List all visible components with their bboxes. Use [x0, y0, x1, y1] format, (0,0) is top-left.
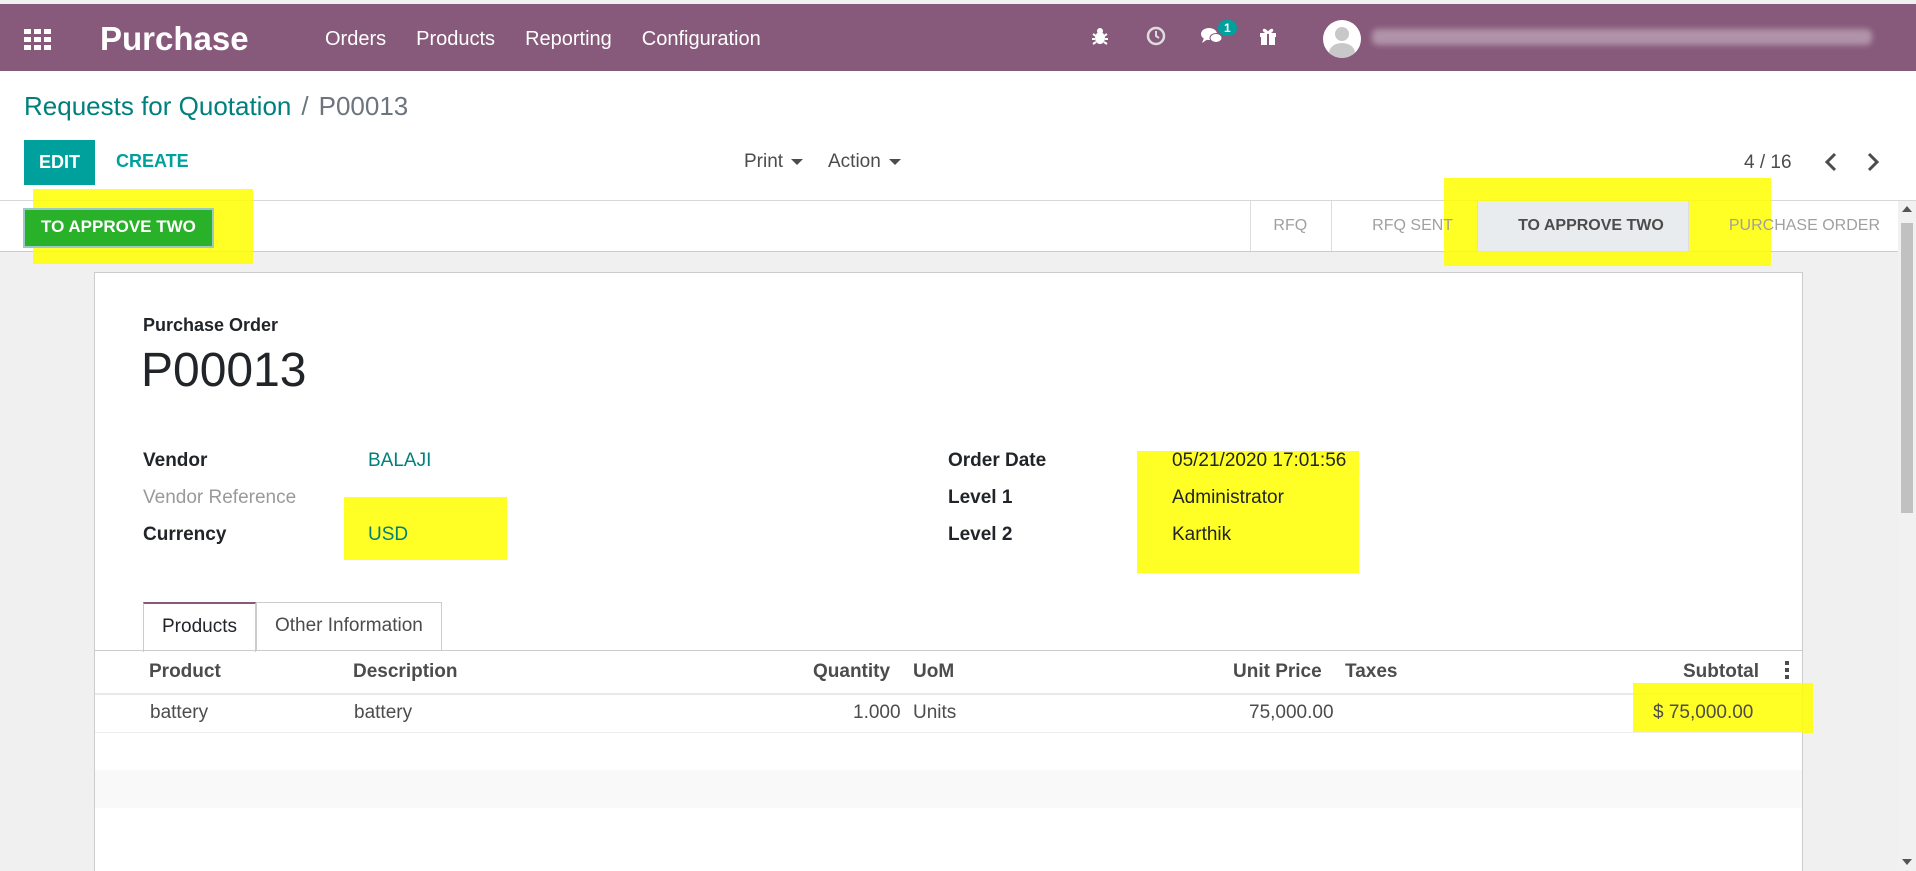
optional-columns-icon[interactable] — [1785, 661, 1789, 679]
chat-badge: 1 — [1218, 20, 1237, 36]
level1-label: Level 1 — [948, 487, 1013, 508]
column-quantity[interactable]: Quantity — [813, 661, 890, 683]
status-bar: TO APPROVE TWO RFQ RFQ SENT TO APPROVE T… — [0, 178, 1898, 266]
clock-icon[interactable] — [1144, 24, 1168, 48]
table-row[interactable]: battery battery 1.000 Units 75,000.00 $ … — [95, 694, 1802, 733]
menu-item-products[interactable]: Products — [416, 28, 495, 51]
stage-rfq-sent[interactable]: RFQ SENT — [1331, 201, 1477, 251]
table-empty-row — [95, 770, 1802, 808]
create-button[interactable]: CREATE — [116, 151, 189, 172]
bug-icon[interactable] — [1088, 24, 1112, 48]
breadcrumb-current: P00013 — [318, 91, 409, 121]
breadcrumb-parent[interactable]: Requests for Quotation — [24, 91, 291, 121]
tab-other-information[interactable]: Other Information — [255, 602, 442, 651]
user-avatar[interactable] — [1323, 20, 1361, 58]
document-type-label: Purchase Order — [143, 315, 279, 335]
scroll-up-icon[interactable] — [1902, 206, 1912, 212]
document-name: P00013 — [141, 344, 307, 397]
user-menu-name[interactable] — [1372, 29, 1872, 45]
level2-value[interactable]: Karthik — [1172, 524, 1231, 546]
cell-description: battery — [354, 702, 413, 723]
breadcrumb: Requests for Quotation / P00013 — [24, 91, 408, 122]
column-unit-price[interactable]: Unit Price — [1233, 661, 1322, 683]
order-date-label: Order Date — [948, 450, 1047, 471]
column-taxes[interactable]: Taxes — [1345, 661, 1397, 683]
form-sheet: Purchase Order P00013 Vendor BALAJI Vend… — [94, 272, 1813, 871]
action-label: Action — [828, 151, 881, 172]
action-dropdown[interactable]: Action — [828, 151, 901, 173]
app-name: Purchase — [100, 20, 249, 57]
vendor-reference-label: Vendor Reference — [143, 487, 297, 508]
stage-to-approve-two[interactable]: TO APPROVE TWO — [1477, 201, 1688, 251]
tab-products[interactable]: Products — [143, 602, 256, 652]
vendor-value[interactable]: BALAJI — [368, 450, 431, 472]
table-header: Product Description Quantity UoM Unit Pr… — [95, 651, 1802, 695]
column-uom[interactable]: UoM — [913, 661, 954, 683]
scrollbar[interactable] — [1898, 201, 1916, 870]
pager-value[interactable]: 4 / 16 — [1744, 152, 1792, 174]
cell-uom: Units — [913, 702, 957, 723]
order-date-value: 05/21/2020 17:01:56 — [1172, 450, 1347, 471]
print-dropdown[interactable]: Print — [744, 151, 804, 173]
currency-value[interactable]: USD — [368, 524, 408, 546]
print-label: Print — [744, 151, 784, 172]
level2-label: Level 2 — [948, 524, 1013, 545]
caret-down-icon — [791, 158, 804, 165]
menu-item-configuration[interactable]: Configuration — [642, 28, 761, 51]
currency-label: Currency — [143, 524, 227, 545]
apps-menu-icon[interactable] — [24, 29, 51, 50]
caret-down-icon — [888, 158, 901, 165]
column-description[interactable]: Description — [353, 661, 458, 683]
column-subtotal[interactable]: Subtotal — [1683, 661, 1759, 683]
notebook-tabs: Products Other Information — [143, 602, 442, 652]
menu-item-orders[interactable]: Orders — [325, 28, 386, 51]
cell-quantity: 1.000 — [853, 702, 901, 723]
scroll-down-icon[interactable] — [1902, 859, 1912, 865]
cell-subtotal: $ 75,000.00 — [1653, 702, 1754, 723]
cell-unit-price: 75,000.00 — [1249, 702, 1334, 723]
main-menu: Orders Products Reporting Configuration — [325, 28, 761, 51]
edit-button[interactable]: EDIT — [24, 140, 95, 185]
cell-product: battery — [150, 702, 209, 723]
gift-icon[interactable] — [1256, 24, 1280, 48]
scroll-thumb[interactable] — [1901, 223, 1913, 513]
column-product[interactable]: Product — [149, 661, 221, 683]
stage-rfq[interactable]: RFQ — [1250, 201, 1331, 251]
stage-purchase-order[interactable]: PURCHASE ORDER — [1687, 201, 1898, 251]
pager-previous-icon[interactable] — [1824, 147, 1838, 179]
systray: 1 — [1088, 20, 1280, 48]
top-navbar: Purchase Orders Products Reporting Confi… — [0, 4, 1916, 71]
pager-next-icon[interactable] — [1866, 147, 1880, 179]
chat-icon[interactable]: 1 — [1200, 20, 1237, 48]
breadcrumb-separator: / — [301, 91, 309, 121]
menu-item-reporting[interactable]: Reporting — [525, 28, 612, 51]
vendor-label: Vendor — [143, 450, 208, 471]
status-stages: RFQ RFQ SENT TO APPROVE TWO PURCHASE ORD… — [1250, 201, 1898, 251]
level1-value[interactable]: Administrator — [1172, 487, 1284, 509]
approve-button[interactable]: TO APPROVE TWO — [23, 208, 214, 248]
